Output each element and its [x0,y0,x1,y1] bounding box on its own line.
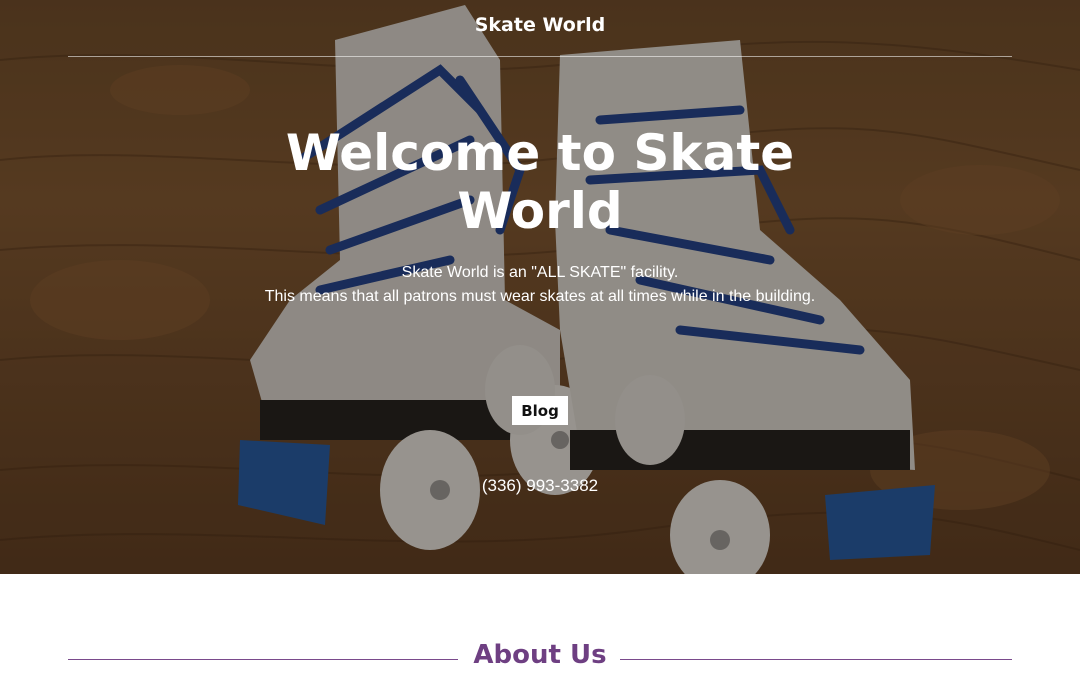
phone-number-link[interactable]: (336) 993-3382 [0,476,1080,496]
hero-section: Skate World Welcome to Skate World Skate… [0,0,1080,574]
hero-description-line-1: Skate World is an "ALL SKATE" facility. [401,264,679,281]
hero-heading: Welcome to Skate World [285,124,795,240]
hero-description: Skate World is an "ALL SKATE" facility. … [240,261,840,309]
blog-button[interactable]: Blog [512,396,568,425]
site-title[interactable]: Skate World [0,14,1080,36]
hero-description-line-2: This means that all patrons must wear sk… [264,288,816,305]
about-us-title: About Us [473,640,607,670]
header-divider [68,56,1012,57]
about-us-header: About Us [0,640,1080,676]
